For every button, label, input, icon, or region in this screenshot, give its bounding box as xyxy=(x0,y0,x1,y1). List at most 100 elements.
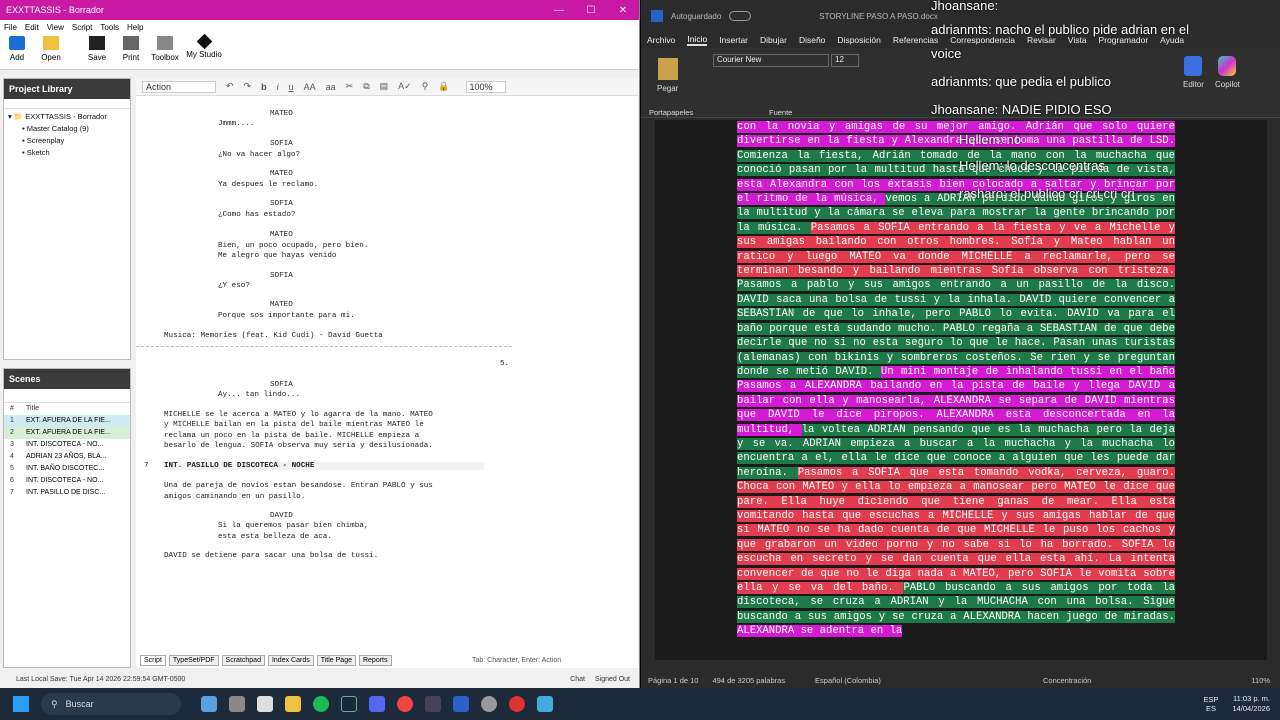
scene-row[interactable]: 5 INT. BAÑO DISCOTEC... xyxy=(4,463,130,475)
file-explorer-icon[interactable] xyxy=(285,696,301,712)
clock-time[interactable]: 11:03 p. m. xyxy=(1232,694,1270,704)
dialogue-line[interactable]: Porque sos importante para mi. xyxy=(218,312,355,320)
character-name[interactable]: DAVID xyxy=(270,512,293,520)
scene-row[interactable]: 4 ADRIAN 23 AÑOS, BLA... xyxy=(4,451,130,463)
ribbon-tab-archivo[interactable]: Archivo xyxy=(647,35,675,45)
character-name[interactable]: SOFIA xyxy=(270,381,293,389)
widgets-icon[interactable] xyxy=(201,696,217,712)
find-icon[interactable]: ⚲ xyxy=(422,81,429,92)
dialogue-line[interactable]: ¿Y eso? xyxy=(218,282,250,290)
zoom-select[interactable]: 100% xyxy=(465,80,506,93)
character-name[interactable]: SOFIA xyxy=(270,272,293,280)
action-line[interactable]: besarlo de lengua. SOFIA observa muy ser… xyxy=(164,442,433,450)
open-button[interactable]: Open xyxy=(38,34,64,69)
tree-root[interactable]: ▾ 📁 EXXTTASSIS - Borrador xyxy=(8,111,126,123)
redo-icon[interactable]: ↷ xyxy=(244,81,252,92)
element-type-select[interactable]: Action xyxy=(142,80,216,93)
tab-reports[interactable]: Reports xyxy=(358,655,392,666)
dialogue-line[interactable]: esta esta belleza de aca. xyxy=(218,533,332,541)
save-button[interactable]: Save xyxy=(84,34,110,69)
add-button[interactable]: Add xyxy=(4,34,30,69)
my-studio-button[interactable]: My Studio xyxy=(186,33,222,69)
spotify-icon[interactable] xyxy=(313,696,329,712)
character-name[interactable]: MATEO xyxy=(270,301,293,309)
minimize-button[interactable]: — xyxy=(543,5,575,16)
app-icon-4[interactable] xyxy=(537,696,553,712)
tab-index-cards[interactable]: Index Cards xyxy=(267,655,314,666)
action-line[interactable]: y MICHELLE bailan en la pista del baile … xyxy=(164,421,424,429)
close-button[interactable]: ✕ xyxy=(607,5,639,16)
toolbox-button[interactable]: Toolbox xyxy=(151,34,179,69)
dialogue-line[interactable]: Me alegro que hayas venido xyxy=(218,252,336,260)
scene-row[interactable]: 1 EXT. AFUERA DE LA FIE... xyxy=(4,415,130,427)
menu-edit[interactable]: Edit xyxy=(25,23,39,32)
app-icon-2[interactable] xyxy=(257,696,273,712)
undo-icon[interactable]: ↶ xyxy=(226,81,234,92)
font-size-down-icon[interactable]: aa xyxy=(326,82,336,92)
dialogue-line[interactable]: Ya despues le reclamo. xyxy=(218,181,318,189)
app-icon-3[interactable] xyxy=(509,696,525,712)
character-name[interactable]: SOFIA xyxy=(270,140,293,148)
action-line[interactable]: DAVID se detiene para sacar una bolsa de… xyxy=(164,552,378,560)
character-name[interactable]: MATEO xyxy=(270,170,293,178)
action-line[interactable]: Una de pareja de novios estan besandose.… xyxy=(164,482,433,490)
windows-start-icon[interactable] xyxy=(13,696,29,712)
dialogue-line[interactable]: Si la queremos pasar bien chimba, xyxy=(218,522,368,530)
character-name[interactable]: MATEO xyxy=(270,231,293,239)
tab-typeset[interactable]: TypeSet/PDF xyxy=(168,655,219,666)
scene-row[interactable]: 7 INT. PASILLO DE DISC... xyxy=(4,487,130,499)
scene-row[interactable]: 3 INT. DISCOTECA - NO... xyxy=(4,439,130,451)
action-line[interactable]: Musica: Memories (feat. Kid Cudi) - Davi… xyxy=(164,332,383,340)
bold-icon[interactable]: b xyxy=(261,82,267,92)
paste-icon[interactable]: ▤ xyxy=(380,81,389,92)
dialogue-line[interactable]: Jmmm.... xyxy=(218,120,254,128)
menu-view[interactable]: View xyxy=(47,23,64,32)
scene-row[interactable]: 6 INT. DISCOTECA - NO... xyxy=(4,475,130,487)
action-line[interactable]: MICHELLE se le acerca a MATEO y lo agarr… xyxy=(164,411,433,419)
tab-script[interactable]: Script xyxy=(140,655,166,666)
script-editor[interactable]: Action ↶ ↷ b i u AA aa ✂ ⧉ ▤ A✓ ⚲ 🔒 100%… xyxy=(136,78,638,668)
highlighted-text[interactable]: ALEXANDRA se adentra en la xyxy=(737,625,903,638)
menu-tools[interactable]: Tools xyxy=(100,23,119,32)
character-name[interactable]: SOFIA xyxy=(270,200,293,208)
zoom-level[interactable]: 110% xyxy=(1251,676,1270,685)
tree-item-master-catalog[interactable]: ▪ Master Catalog (9) xyxy=(8,123,126,135)
chrome-icon[interactable] xyxy=(397,696,413,712)
menu-script[interactable]: Script xyxy=(72,23,92,32)
scene-heading[interactable]: INT. PASILLO DE DISCOTECA - NOCHE xyxy=(164,462,484,470)
font-size-up-icon[interactable]: AA xyxy=(304,82,316,92)
chat-button[interactable]: Chat xyxy=(570,676,585,683)
ribbon-tab-insertar[interactable]: Insertar xyxy=(719,35,748,45)
tree-item-screenplay[interactable]: ▪ Screenplay xyxy=(8,135,126,147)
clock-date[interactable]: 14/04/2026 xyxy=(1232,704,1270,714)
settings-icon[interactable] xyxy=(481,696,497,712)
italic-icon[interactable]: i xyxy=(277,82,279,92)
lock-icon[interactable]: 🔒 xyxy=(438,81,449,92)
copy-icon[interactable]: ⧉ xyxy=(363,81,369,92)
tab-scratchpad[interactable]: Scratchpad xyxy=(221,655,265,666)
word-icon[interactable] xyxy=(453,696,469,712)
spell-icon[interactable]: A✓ xyxy=(398,81,412,92)
action-line[interactable]: amigos caminando en un pasillo. xyxy=(164,493,305,501)
dialogue-line[interactable]: ¿No va hacer algo? xyxy=(218,151,300,159)
word-count[interactable]: 494 de 3205 palabras xyxy=(712,676,785,685)
maximize-button[interactable]: ☐ xyxy=(575,5,607,16)
dialogue-line[interactable]: ¿Como has estado? xyxy=(218,211,295,219)
ribbon-tab-disposicion[interactable]: Disposición xyxy=(837,35,880,45)
language[interactable]: Español (Colombia) xyxy=(815,676,881,685)
action-line[interactable]: reclama un poco en la pista de baile. MI… xyxy=(164,432,419,440)
dialogue-line[interactable]: Bien, un poco ocupado, pero bien. xyxy=(218,242,368,250)
print-button[interactable]: Print xyxy=(118,34,144,69)
script-page[interactable]: MATEO Jmmm.... SOFIA ¿No va hacer algo? MATE… xyxy=(136,100,626,648)
tree-item-sketch[interactable]: ▪ Sketch xyxy=(8,147,126,159)
focus-mode[interactable]: Concentración xyxy=(1043,676,1091,685)
app-icon-1[interactable] xyxy=(229,696,245,712)
font-name-box[interactable]: Courier New xyxy=(713,54,829,67)
cut-icon[interactable]: ✂ xyxy=(346,81,354,92)
scene-row[interactable]: 2 EXT. AFUERA DE LA FIE... xyxy=(4,427,130,439)
taskbar-search[interactable]: ⚲ Buscar xyxy=(41,693,181,715)
character-name[interactable]: MATEO xyxy=(270,110,293,118)
font-size-box[interactable]: 12 xyxy=(831,54,859,67)
highlighted-text[interactable]: Pasamos a pablo y sus amigos entrando a … xyxy=(737,279,1175,378)
menu-help[interactable]: Help xyxy=(127,23,143,32)
